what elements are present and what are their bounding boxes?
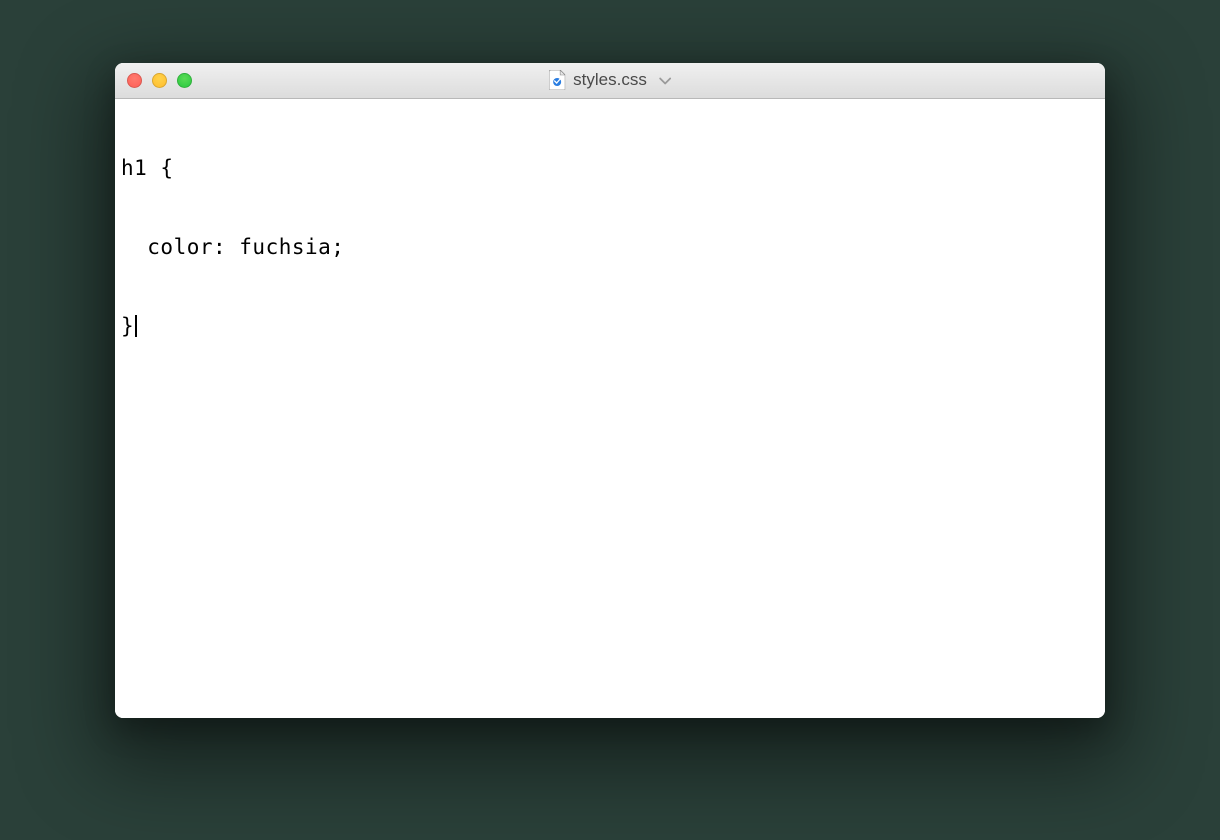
window-title: styles.css (573, 70, 647, 90)
zoom-button[interactable] (177, 73, 192, 88)
css-file-icon (549, 70, 565, 90)
minimize-button[interactable] (152, 73, 167, 88)
title-area[interactable]: styles.css (549, 70, 671, 90)
code-line: h1 { (121, 155, 1099, 181)
text-cursor (135, 315, 137, 337)
traffic-lights (127, 73, 192, 88)
close-button[interactable] (127, 73, 142, 88)
code-line: } (121, 313, 1099, 339)
chevron-down-icon[interactable] (659, 70, 671, 90)
text-editor-area[interactable]: h1 { color: fuchsia; } (115, 99, 1105, 718)
code-line: color: fuchsia; (121, 234, 1099, 260)
titlebar[interactable]: styles.css (115, 63, 1105, 99)
editor-window: styles.css h1 { color: fuchsia; } (115, 63, 1105, 718)
